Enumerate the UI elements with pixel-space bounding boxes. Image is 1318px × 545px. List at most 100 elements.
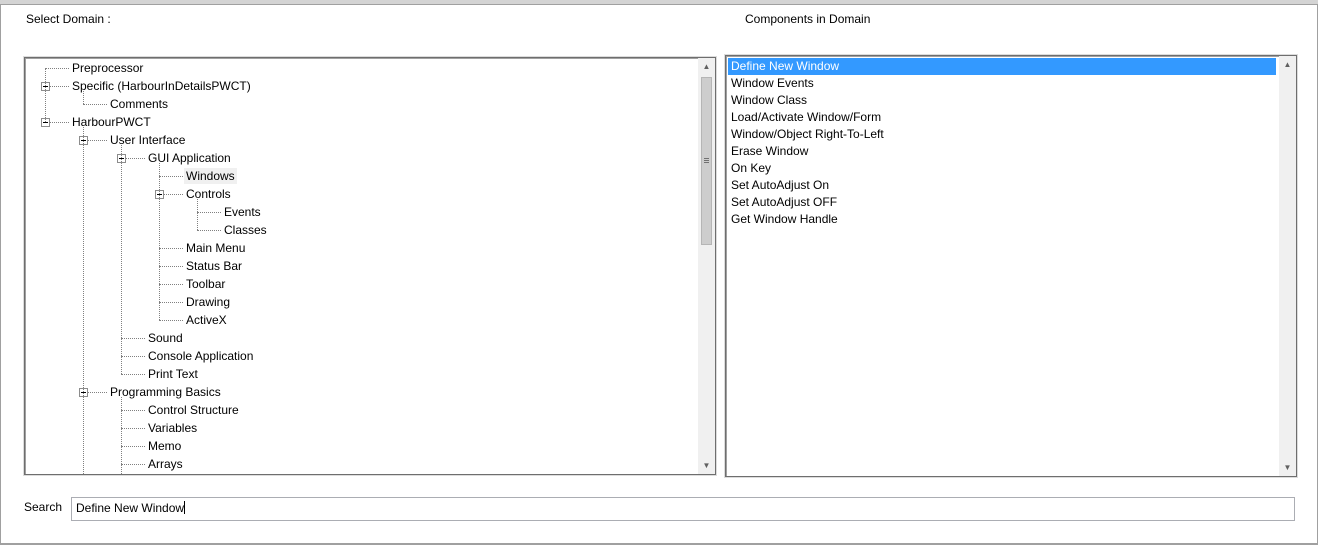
component-list-item[interactable]: Get Window Handle [728, 211, 1276, 228]
select-domain-label: Select Domain : [26, 12, 111, 26]
tree-node-label[interactable]: Console Application [146, 348, 255, 364]
tree-node-label[interactable]: Print Text [146, 366, 200, 382]
tree-node-label[interactable]: ActiveX [184, 312, 229, 328]
component-list-item[interactable]: Window Class [728, 92, 1276, 109]
component-list-item[interactable]: Set AutoAdjust On [728, 177, 1276, 194]
window-left-border [0, 4, 1, 545]
tree-node-label[interactable]: Main Menu [184, 240, 247, 256]
search-input[interactable]: Define New Window [71, 497, 1295, 521]
tree-node[interactable]: Controls [25, 185, 697, 203]
tree-connector [121, 374, 145, 375]
grip-line-icon [704, 160, 709, 161]
tree-node[interactable]: GUI Application [25, 149, 697, 167]
tree-node[interactable]: Status Bar [25, 257, 697, 275]
tree-node-label[interactable]: Drawing [184, 294, 232, 310]
window-top-border [0, 0, 1318, 5]
tree-node[interactable]: Memo [25, 437, 697, 455]
tree-node-label[interactable]: Specific (HarbourInDetailsPWCT) [70, 78, 253, 94]
tree-node-label[interactable]: Comments [108, 96, 170, 112]
tree-connector [197, 230, 221, 231]
tree-node[interactable]: Main Menu [25, 239, 697, 257]
tree-node-label[interactable]: Events [222, 204, 263, 220]
tree-node[interactable]: Arrays [25, 455, 697, 473]
text-caret [184, 501, 186, 514]
tree-connector [83, 91, 84, 104]
scroll-up-arrow-icon[interactable]: ▲ [698, 58, 715, 75]
tree-node[interactable]: Sound [25, 329, 697, 347]
tree-node[interactable]: Programming Basics [25, 383, 697, 401]
tree-node-label[interactable]: Classes [222, 222, 269, 238]
tree-connector [121, 338, 145, 339]
tree-node[interactable]: Drawing [25, 293, 697, 311]
tree-node-label[interactable]: Arrays [146, 456, 185, 472]
domain-tree[interactable]: Preprocessor Specific (HarbourInDetailsPW… [25, 58, 697, 474]
tree-node[interactable]: Specific (HarbourInDetailsPWCT) [25, 77, 697, 95]
tree-scroll-thumb[interactable] [701, 77, 712, 245]
tree-connector [121, 410, 145, 411]
tree-node[interactable]: Comments [25, 95, 697, 113]
components-in-domain-label: Components in Domain [745, 12, 871, 26]
component-list-item[interactable]: Load/Activate Window/Form [728, 109, 1276, 126]
tree-connector [159, 302, 183, 303]
tree-connector [121, 356, 145, 357]
scroll-up-arrow-icon[interactable]: ▲ [1279, 56, 1296, 73]
tree-connector [159, 266, 183, 267]
tree-connector [159, 248, 183, 249]
component-list-item[interactable]: Window/Object Right-To-Left [728, 126, 1276, 143]
tree-connector [197, 199, 198, 230]
tree-node-label[interactable]: Control Structure [146, 402, 241, 418]
tree-node-label[interactable]: Programming Basics [108, 384, 223, 400]
component-list-item[interactable]: Window Events [728, 75, 1276, 92]
tree-node[interactable]: Events [25, 203, 697, 221]
tree-connector [159, 176, 183, 177]
tree-connector [159, 284, 183, 285]
tree-connector [121, 446, 145, 447]
tree-connector [121, 464, 145, 465]
tree-connector [121, 397, 122, 474]
tree-node[interactable]: ActiveX [25, 311, 697, 329]
tree-connector [45, 68, 46, 122]
tree-node-label[interactable]: Variables [146, 420, 199, 436]
tree-node[interactable]: Toolbar [25, 275, 697, 293]
component-list-item[interactable]: Set AutoAdjust OFF [728, 194, 1276, 211]
search-label: Search [24, 500, 63, 514]
tree-connector [197, 212, 221, 213]
scroll-down-arrow-icon[interactable]: ▼ [698, 457, 715, 474]
components-list-panel: Define New Window Window Events Window Cla… [725, 55, 1297, 477]
tree-connector [45, 68, 69, 69]
component-list-item[interactable]: Define New Window [728, 58, 1276, 75]
list-vertical-scrollbar[interactable]: ▲ ▼ [1279, 56, 1296, 476]
tree-node[interactable]: Variables [25, 419, 697, 437]
tree-node[interactable]: Preprocessor [25, 59, 697, 77]
tree-connector [121, 428, 145, 429]
grip-line-icon [704, 158, 709, 159]
tree-node[interactable]: Console Application [25, 347, 697, 365]
tree-node-label[interactable]: Status Bar [184, 258, 244, 274]
tree-node[interactable]: Windows [25, 167, 697, 185]
tree-node[interactable]: Classes [25, 221, 697, 239]
tree-connector [159, 320, 183, 321]
grip-line-icon [704, 162, 709, 163]
tree-connector [159, 163, 160, 320]
component-list-item[interactable]: Erase Window [728, 143, 1276, 160]
tree-node-label[interactable]: Controls [184, 186, 233, 202]
domain-tree-panel: Preprocessor Specific (HarbourInDetailsPW… [24, 57, 716, 475]
tree-node-label[interactable]: Toolbar [184, 276, 227, 292]
tree-connector [121, 145, 122, 374]
tree-node-label[interactable]: User Interface [108, 132, 187, 148]
tree-node[interactable]: Control Structure [25, 401, 697, 419]
tree-node-label[interactable]: Windows [184, 168, 237, 184]
scroll-down-arrow-icon[interactable]: ▼ [1279, 459, 1296, 476]
tree-node-label[interactable]: Preprocessor [70, 60, 145, 76]
search-input-value: Define New Window [76, 501, 185, 515]
tree-connector [83, 104, 107, 105]
tree-node[interactable]: Print Text [25, 365, 697, 383]
tree-node-label[interactable]: Memo [146, 438, 183, 454]
tree-connector [83, 127, 84, 474]
tree-vertical-scrollbar[interactable]: ▲ ▼ [698, 58, 715, 474]
components-list[interactable]: Define New Window Window Events Window Cla… [728, 58, 1276, 474]
tree-node-label[interactable]: Sound [146, 330, 185, 346]
tree-node[interactable]: User Interface [25, 131, 697, 149]
tree-node[interactable]: HarbourPWCT [25, 113, 697, 131]
component-list-item[interactable]: On Key [728, 160, 1276, 177]
